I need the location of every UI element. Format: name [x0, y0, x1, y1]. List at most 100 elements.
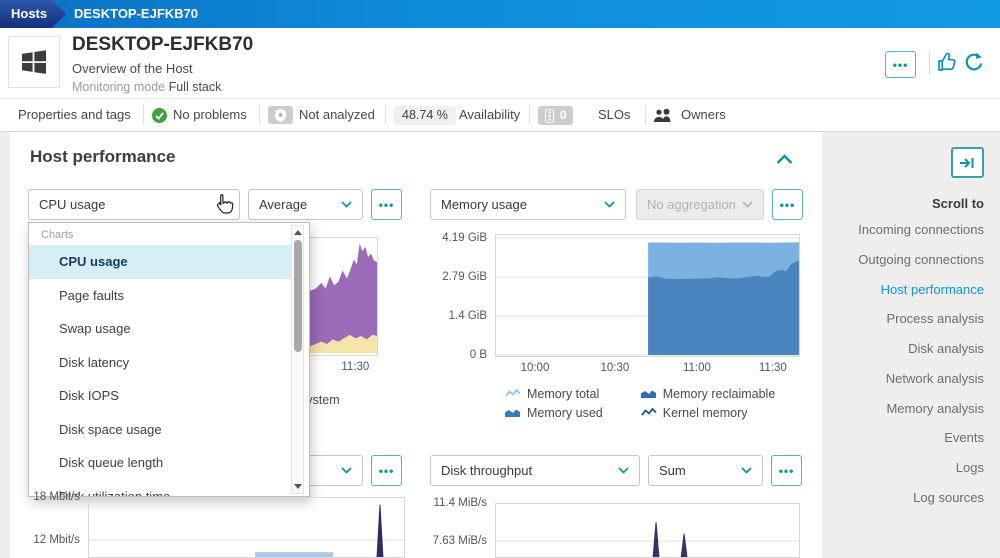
legend-item-memory-used: Memory used: [505, 403, 603, 422]
tab-properties-and-tags[interactable]: Properties and tags: [18, 107, 131, 122]
availability-badge: 48.74 %: [394, 106, 456, 125]
traffic-light-icon: [545, 108, 554, 123]
chevron-down-icon: [742, 201, 753, 208]
dropdown-list: CPU usage Page faults Swap usage Disk laten…: [29, 245, 291, 496]
dropdown-item-disk-queue-length[interactable]: Disk queue length: [29, 446, 291, 480]
y-tick-label: 12 Mbit/s: [33, 534, 80, 546]
chevron-down-icon: [341, 201, 352, 208]
tab-availability[interactable]: Availability: [459, 107, 520, 122]
chevron-down-icon: [741, 467, 752, 474]
disk-throughput-chart: 11.4 MiB/s 7.63 MiB/s: [433, 497, 800, 558]
tab-owners[interactable]: Owners: [681, 107, 726, 122]
chevron-up-icon: [776, 154, 793, 164]
monitoring-mode-value: Full stack: [168, 80, 222, 94]
x-tick-label: 11:30: [341, 361, 370, 373]
breadcrumb-current: DESKTOP-EJFKB70: [74, 6, 199, 21]
breadcrumb-hosts-label: Hosts: [11, 6, 48, 21]
metric-dropdown: Charts CPU usage Page faults Swap usage Dis…: [28, 222, 310, 497]
arrow-to-bar-icon: [960, 157, 974, 168]
x-tick-label: 11:30: [758, 362, 787, 374]
scrollbar-down-arrow-icon[interactable]: [294, 484, 302, 489]
slo-badge: 0: [538, 106, 574, 125]
line-swatch-icon: [505, 388, 521, 397]
dropdown-item-disk-latency[interactable]: Disk latency: [29, 346, 291, 380]
chevron-down-icon: [618, 467, 629, 474]
area-swatch-icon: [640, 390, 656, 398]
metric-select-memory[interactable]: Memory usage: [430, 189, 626, 220]
aggregation-select-disabled-value: No aggregation: [647, 197, 736, 212]
dropdown-group-label: Charts: [41, 229, 74, 241]
tab-separator: [385, 105, 386, 125]
metric-select-cpu[interactable]: CPU usage: [28, 189, 240, 220]
page-header: DESKTOP-EJFKB70 Overview of the Host Mon…: [0, 28, 1000, 99]
sidebar-collapse-button[interactable]: [951, 147, 984, 178]
dropdown-item-disk-space-usage[interactable]: Disk space usage: [29, 413, 291, 447]
check-circle-icon: [152, 108, 167, 126]
monitoring-mode: Monitoring mode Full stack: [72, 80, 221, 94]
network-traffic-chart: 18 Mbit/s 12 Mbit/s: [33, 491, 405, 558]
y-tick-label: 7.63 MiB/s: [432, 535, 487, 547]
aggregation-select-disabled: No aggregation: [636, 189, 764, 220]
tab-no-problems[interactable]: No problems: [173, 107, 247, 122]
legend-item-kernel-memory: Kernel memory: [641, 403, 776, 422]
hand-pointer-icon: [216, 194, 234, 214]
mouse-cursor: [213, 192, 237, 223]
y-tick-label: 2.79 GiB: [442, 271, 487, 284]
scrollto-memory-analysis[interactable]: Memory analysis: [886, 401, 984, 416]
refresh-button[interactable]: [963, 52, 984, 76]
dropdown-item-swap-usage[interactable]: Swap usage: [29, 312, 291, 346]
tab-separator: [143, 105, 144, 125]
dropdown-item-disk-iops[interactable]: Disk IOPS: [29, 379, 291, 413]
aggregation-select-average-value: Average: [259, 197, 308, 212]
aggregation-select-sum[interactable]: Sum: [648, 455, 763, 486]
aggregation-select-sum-value: Sum: [659, 463, 686, 478]
scrollto-incoming-connections[interactable]: Incoming connections: [858, 222, 984, 237]
y-tick-label: 11.4 MiB/s: [433, 497, 487, 509]
breadcrumb-hosts[interactable]: Hosts: [0, 0, 66, 28]
network-chart-options-button[interactable]: [371, 455, 402, 486]
metric-select-disk-value: Disk throughput: [441, 463, 533, 478]
dropdown-item-page-faults[interactable]: Page faults: [29, 279, 291, 313]
shield-icon: [268, 106, 293, 124]
page-title: DESKTOP-EJFKB70: [72, 34, 254, 55]
legend-item-memory-total: Memory total: [505, 384, 603, 403]
slo-count: 0: [560, 109, 567, 122]
thumbs-up-icon: [938, 52, 956, 71]
panel-collapse-button[interactable]: [776, 153, 793, 168]
aggregation-select-average[interactable]: Average: [248, 189, 363, 220]
y-tick-label: 18 Mbit/s: [33, 491, 80, 503]
scrollto-process-analysis[interactable]: Process analysis: [886, 311, 984, 326]
scrollto-network-analysis[interactable]: Network analysis: [886, 371, 984, 386]
scrollto-outgoing-connections[interactable]: Outgoing connections: [858, 252, 984, 267]
metric-select-disk-throughput[interactable]: Disk throughput: [430, 455, 640, 486]
scrollto-events[interactable]: Events: [944, 430, 984, 445]
scrollto-logs[interactable]: Logs: [956, 460, 984, 475]
x-tick-label: 11:00: [682, 362, 711, 374]
dropdown-item-cpu-usage[interactable]: CPU usage: [29, 245, 291, 279]
tab-separator: [259, 105, 260, 125]
cpu-chart-options-button[interactable]: [371, 189, 402, 220]
like-button[interactable]: [937, 52, 959, 76]
windows-icon: [8, 36, 60, 88]
x-tick-label: 10:00: [520, 362, 550, 374]
y-tick-label: 0 B: [469, 349, 487, 361]
chevron-down-icon: [604, 201, 615, 208]
scrollbar-thumb[interactable]: [293, 240, 302, 352]
scrollto-disk-analysis[interactable]: Disk analysis: [908, 341, 984, 356]
memory-usage-chart: 4.19 GiB 2.79 GiB 1.4 GiB 0 B 10:00 10:30 11:0…: [442, 232, 800, 374]
tab-slos[interactable]: SLOs: [598, 107, 631, 122]
y-tick-label: 4.19 GiB: [442, 232, 487, 244]
header-more-button[interactable]: [885, 51, 916, 78]
memory-chart-options-button[interactable]: [772, 189, 803, 220]
x-tick-label: 10:30: [600, 362, 630, 374]
tab-separator: [529, 105, 530, 125]
line-swatch-icon: [641, 407, 657, 416]
dropdown-scrollbar[interactable]: [291, 225, 304, 494]
scrollbar-up-arrow-icon[interactable]: [294, 230, 302, 235]
scrollto-log-sources[interactable]: Log sources: [913, 490, 984, 505]
breadcrumb: Hosts DESKTOP-EJFKB70: [0, 0, 1000, 28]
disk-chart-options-button[interactable]: [771, 455, 802, 486]
entity-tabbar: Properties and tags No problems Not anal…: [0, 99, 1000, 132]
tab-not-analyzed[interactable]: Not analyzed: [299, 107, 375, 122]
scrollto-host-performance[interactable]: Host performance: [881, 282, 984, 297]
